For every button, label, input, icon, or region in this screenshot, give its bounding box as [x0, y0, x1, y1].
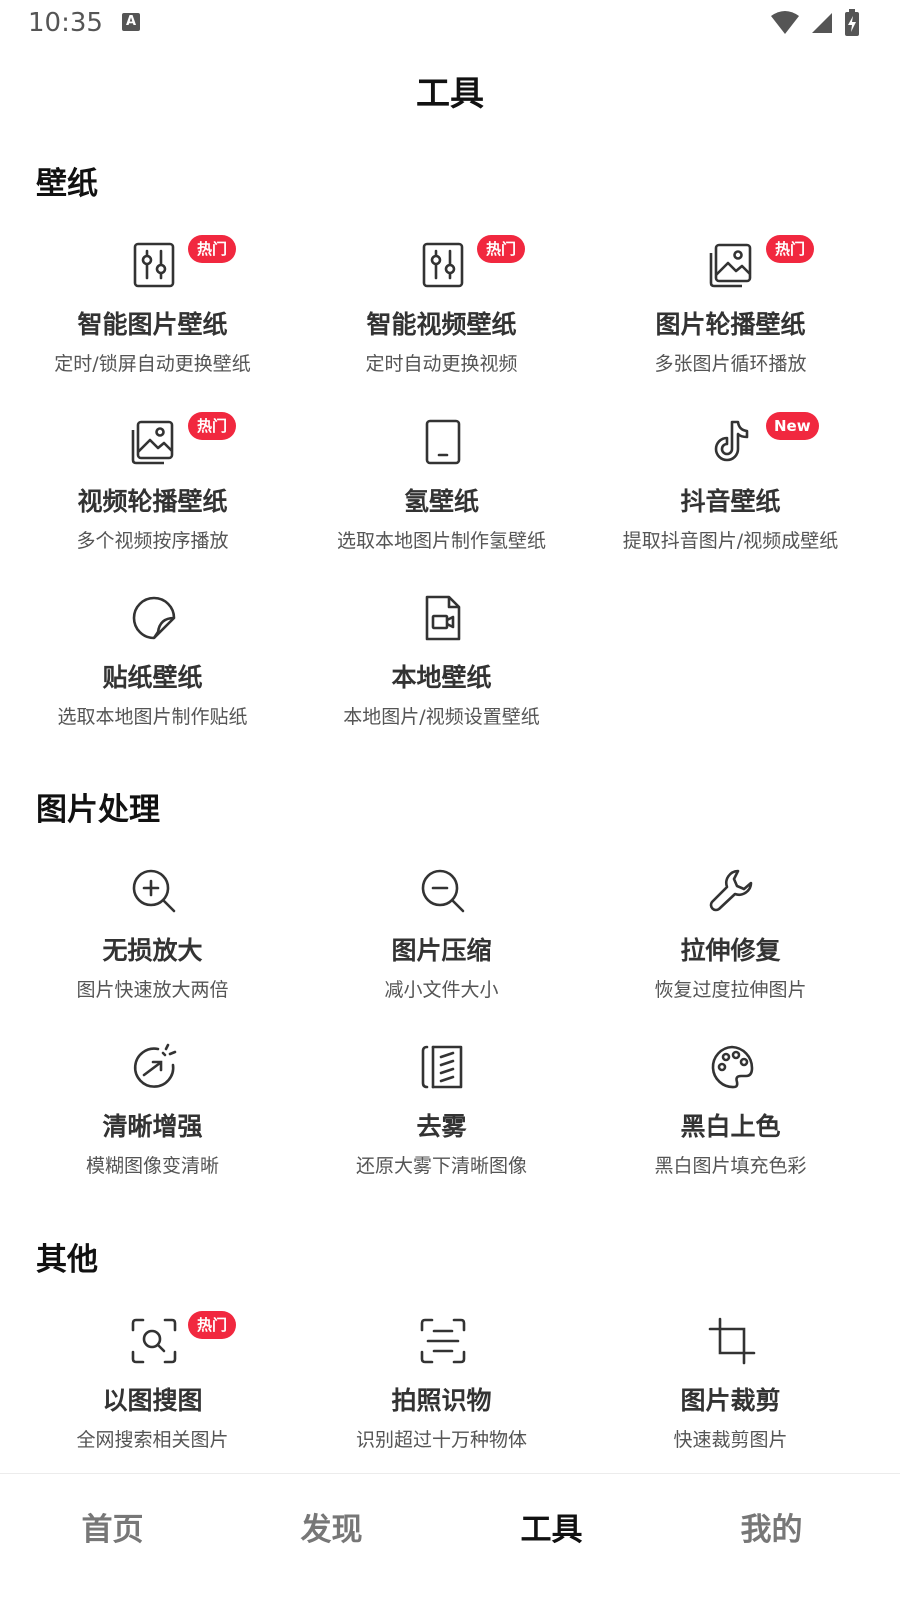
palette-icon	[711, 1045, 754, 1089]
tool-name: 智能图片壁纸	[77, 310, 228, 339]
hot-badge: 热门	[188, 235, 236, 263]
tool-desc: 本地图片/视频设置壁纸	[343, 706, 540, 728]
tool-desc: 快速裁剪图片	[673, 1429, 788, 1451]
tool-image-search[interactable]: 热门 以图搜图 全网搜索相关图片	[8, 1311, 297, 1493]
tool-name: 视频轮播壁纸	[77, 487, 228, 516]
nav-home[interactable]: 首页	[0, 1504, 225, 1549]
tool-desc: 选取本地图片制作贴纸	[57, 706, 248, 728]
nav-discover[interactable]: 发现	[219, 1504, 444, 1549]
tool-name: 图片裁剪	[680, 1386, 781, 1415]
tool-hydrogen-wallpaper[interactable]: 氢壁纸 选取本地图片制作氢壁纸	[297, 418, 586, 594]
hot-badge: 热门	[477, 235, 525, 263]
tool-desc: 多张图片循环播放	[654, 353, 807, 375]
tool-name: 拉伸修复	[680, 936, 781, 965]
tool-desc: 提取抖音图片/视频成壁纸	[622, 530, 839, 552]
tiktok-icon	[714, 420, 749, 462]
tool-name: 本地壁纸	[391, 663, 492, 692]
tool-name: 拍照识物	[391, 1386, 492, 1415]
tool-name: 图片轮播壁纸	[655, 310, 806, 339]
tool-clarity-enhance[interactable]: 清晰增强 模糊图像变清晰	[8, 1043, 297, 1219]
tool-name: 智能视频壁纸	[366, 310, 517, 339]
tool-dehaze[interactable]: 去雾 还原大雾下清晰图像	[297, 1043, 586, 1219]
tool-name: 图片压缩	[391, 936, 492, 965]
wrench-icon	[709, 869, 753, 912]
notification-icon: A	[122, 13, 140, 31]
image-gallery-icon	[709, 243, 752, 288]
tool-desc: 选取本地图片制作氢壁纸	[336, 530, 546, 552]
video-file-icon	[425, 595, 461, 641]
phone-icon	[425, 419, 461, 465]
page-title: 工具	[416, 74, 484, 114]
status-icons	[770, 9, 860, 37]
nav-mine[interactable]: 我的	[659, 1504, 884, 1549]
tool-image-carousel-wallpaper[interactable]: 热门 图片轮播壁纸 多张图片循环播放	[586, 235, 875, 417]
tool-desc: 黑白图片填充色彩	[654, 1155, 807, 1177]
enhance-icon	[133, 1043, 177, 1088]
hot-badge: 热门	[766, 235, 814, 263]
hot-badge: 热门	[188, 412, 236, 440]
image-gallery-icon	[131, 420, 174, 465]
tool-desc: 恢复过度拉伸图片	[654, 979, 807, 1001]
status-time: 10:35	[28, 8, 103, 38]
tool-desc: 图片快速放大两倍	[76, 979, 229, 1001]
tool-desc: 多个视频按序播放	[76, 530, 229, 552]
tool-image-compress[interactable]: 图片压缩 减小文件大小	[297, 867, 586, 1043]
signal-icon	[812, 13, 832, 33]
nav-tools[interactable]: 工具	[439, 1504, 664, 1549]
wifi-icon	[771, 11, 799, 34]
tool-desc: 全网搜索相关图片	[76, 1429, 229, 1451]
crop-icon	[708, 1317, 756, 1365]
tool-lossless-upscale[interactable]: 无损放大 图片快速放大两倍	[8, 867, 297, 1043]
section-title-image-processing: 图片处理	[36, 792, 160, 828]
tool-desc: 定时/锁屏自动更换壁纸	[54, 353, 251, 375]
tool-video-carousel-wallpaper[interactable]: 热门 视频轮播壁纸 多个视频按序播放	[8, 412, 297, 594]
sliders-icon	[422, 242, 464, 288]
tool-name: 抖音壁纸	[680, 487, 781, 516]
zoom-out-icon	[421, 869, 465, 913]
tool-desc: 识别超过十万种物体	[355, 1429, 527, 1451]
tool-name: 黑白上色	[680, 1112, 781, 1141]
sticker-icon	[132, 596, 176, 640]
tool-name: 清晰增强	[102, 1112, 203, 1141]
bottom-nav: 首页 发现 工具 我的	[0, 1473, 900, 1601]
zoom-in-icon	[132, 869, 176, 913]
battery-icon	[845, 9, 859, 36]
section-title-other: 其他	[36, 1242, 98, 1278]
tool-stretch-repair[interactable]: 拉伸修复 恢复过度拉伸图片	[586, 867, 875, 1043]
tool-smart-video-wallpaper[interactable]: 热门 智能视频壁纸 定时自动更换视频	[297, 235, 586, 417]
status-bar: 10:35 A	[0, 0, 900, 48]
image-search-icon	[131, 1318, 177, 1364]
new-badge: New	[766, 412, 819, 440]
tool-colorize[interactable]: 黑白上色 黑白图片填充色彩	[586, 1043, 875, 1219]
tool-name: 贴纸壁纸	[102, 663, 203, 692]
tool-desc: 定时自动更换视频	[365, 353, 518, 375]
hot-badge: 热门	[188, 1311, 236, 1339]
tool-desc: 模糊图像变清晰	[85, 1155, 219, 1177]
tool-local-wallpaper[interactable]: 本地壁纸 本地图片/视频设置壁纸	[297, 594, 586, 770]
tool-name: 无损放大	[102, 936, 203, 965]
sliders-icon	[133, 242, 175, 288]
tool-image-crop[interactable]: 图片裁剪 快速裁剪图片	[586, 1317, 875, 1493]
tool-object-recognition[interactable]: 拍照识物 识别超过十万种物体	[297, 1317, 586, 1493]
tool-douyin-wallpaper[interactable]: New 抖音壁纸 提取抖音图片/视频成壁纸	[586, 412, 875, 594]
tool-sticker-wallpaper[interactable]: 贴纸壁纸 选取本地图片制作贴纸	[8, 594, 297, 770]
tool-name: 去雾	[416, 1112, 467, 1141]
tool-name: 氢壁纸	[403, 487, 479, 516]
tool-name: 以图搜图	[102, 1386, 203, 1415]
tool-desc: 减小文件大小	[384, 979, 499, 1001]
tool-desc: 还原大雾下清晰图像	[355, 1155, 527, 1177]
section-title-wallpaper: 壁纸	[36, 166, 98, 202]
tool-smart-image-wallpaper[interactable]: 热门 智能图片壁纸 定时/锁屏自动更换壁纸	[8, 235, 297, 417]
scan-icon	[420, 1318, 466, 1364]
dehaze-icon	[421, 1045, 463, 1089]
